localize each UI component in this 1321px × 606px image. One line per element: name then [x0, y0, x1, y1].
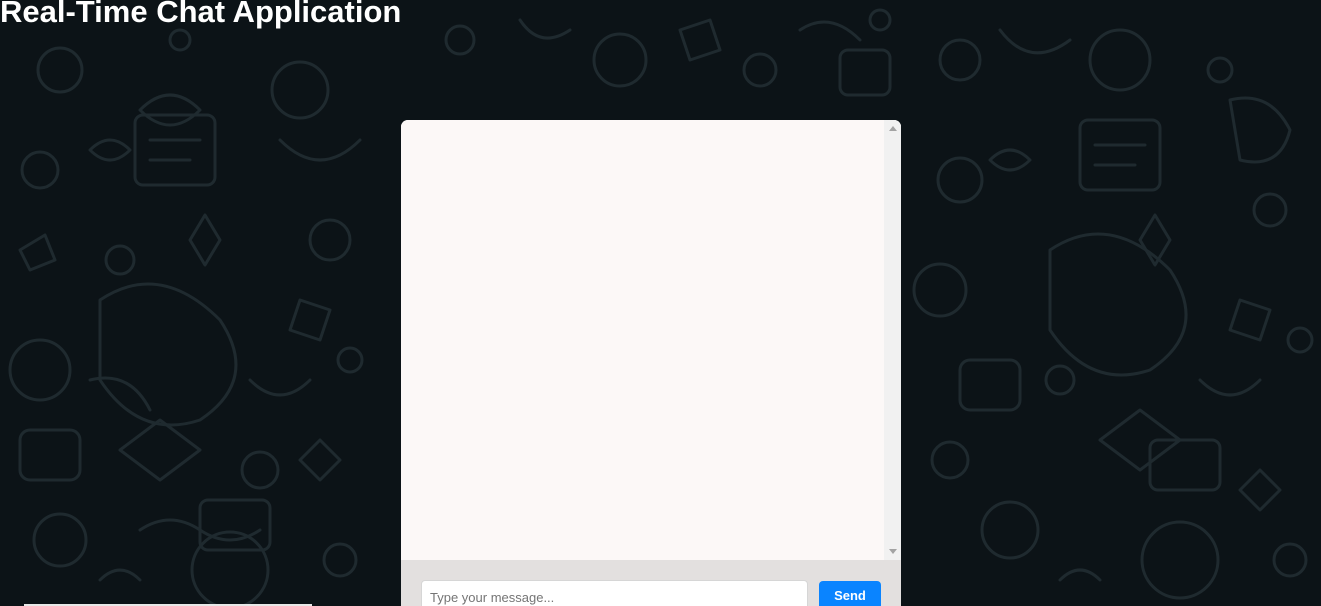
message-composer: Send [401, 560, 901, 606]
send-button[interactable]: Send [819, 581, 881, 606]
message-list[interactable] [401, 120, 901, 560]
scroll-up-icon[interactable] [889, 126, 897, 131]
scroll-down-icon[interactable] [889, 549, 897, 554]
message-list-scrollbar[interactable] [884, 120, 901, 560]
message-input[interactable] [421, 580, 808, 606]
page-title: Real-Time Chat Application [0, 0, 402, 29]
chat-window: Send [401, 120, 901, 606]
